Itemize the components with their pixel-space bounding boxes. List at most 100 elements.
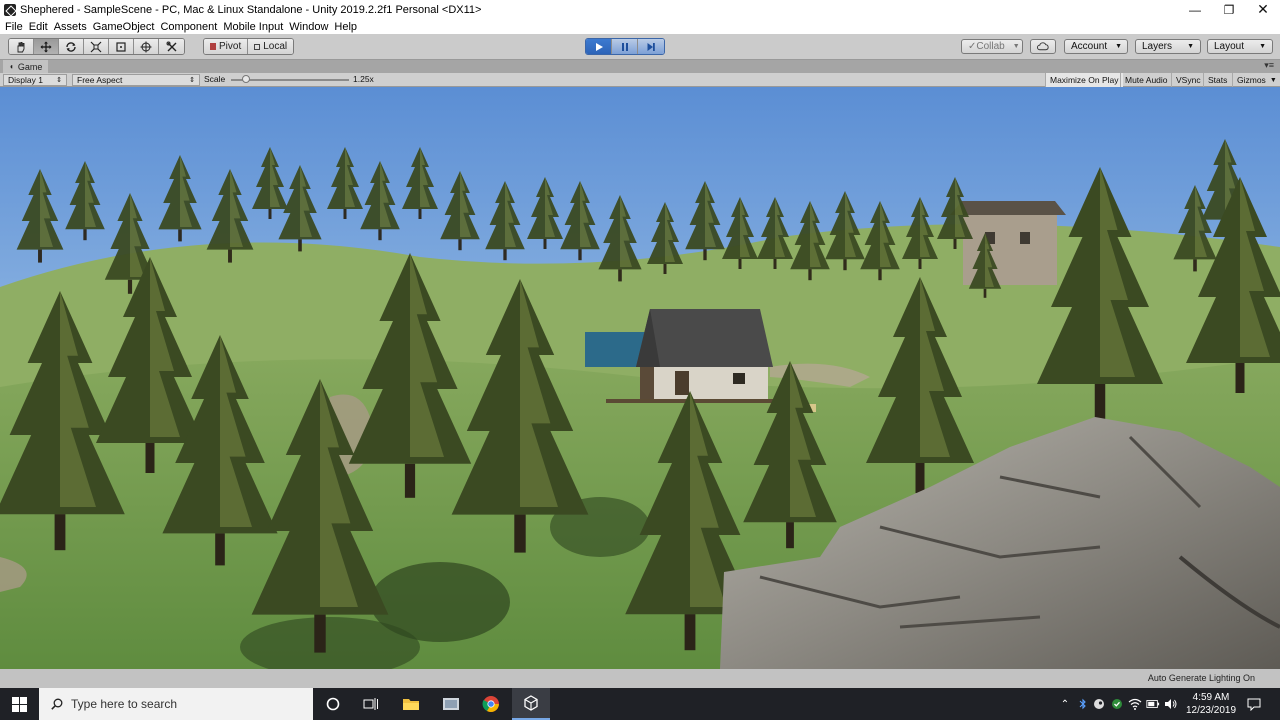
mute-audio-toggle[interactable]: Mute Audio	[1120, 73, 1172, 87]
status-bar: Auto Generate Lighting On	[0, 669, 1280, 688]
play-icon	[595, 42, 603, 51]
layers-label: Layers	[1142, 41, 1173, 52]
bluetooth-icon[interactable]	[1076, 688, 1090, 720]
menu-gameobject[interactable]: GameObject	[90, 21, 158, 33]
move-tool-button[interactable]	[34, 39, 59, 54]
step-button[interactable]	[638, 39, 664, 54]
lighting-status: Auto Generate Lighting On	[1147, 673, 1255, 683]
menu-mobile-input[interactable]: Mobile Input	[220, 21, 286, 33]
updown-icon: ⇕	[189, 77, 195, 84]
maximize-button[interactable]: ❐	[1212, 0, 1246, 19]
layout-dropdown[interactable]: Layout ▼	[1207, 39, 1273, 54]
search-input[interactable]	[71, 697, 291, 711]
cortana-button[interactable]	[314, 688, 352, 720]
scale-label: Scale	[204, 74, 226, 84]
shield-check-icon	[1112, 699, 1122, 709]
custom-tool-button[interactable]	[159, 39, 184, 54]
pivot-label: Pivot	[219, 41, 242, 52]
app-pinned-button[interactable]	[432, 688, 470, 720]
rect-tool-button[interactable]	[109, 39, 134, 54]
menu-help[interactable]: Help	[331, 21, 360, 33]
local-button[interactable]: Local	[248, 39, 294, 54]
tab-strip: ◖ Game ▾≡	[0, 60, 1280, 73]
scale-slider-thumb[interactable]	[242, 75, 250, 83]
layout-label: Layout	[1214, 41, 1245, 52]
file-explorer-button[interactable]	[392, 688, 430, 720]
unity-taskbar-button[interactable]	[512, 688, 550, 720]
transform-tools	[8, 38, 185, 55]
action-center-button[interactable]	[1246, 688, 1262, 720]
layers-dropdown[interactable]: Layers ▼	[1135, 39, 1201, 54]
transform-tool-button[interactable]	[134, 39, 159, 54]
gizmos-toggle[interactable]: Gizmos ▼	[1232, 73, 1280, 87]
tab-options-icon[interactable]: ▾≡	[1264, 60, 1274, 71]
battery-glyph-icon	[1146, 700, 1160, 708]
hand-icon	[17, 41, 25, 52]
rotate-tool-button[interactable]	[59, 39, 84, 54]
notification-icon	[1247, 698, 1261, 711]
display-label: Display 1	[8, 75, 43, 85]
search-icon	[51, 698, 63, 710]
menu-file[interactable]: File	[2, 21, 26, 33]
updown-icon: ⇕	[56, 77, 62, 84]
pause-icon	[621, 42, 628, 51]
vsync-toggle[interactable]: VSync	[1171, 73, 1205, 87]
local-label: Local	[263, 41, 288, 52]
close-button[interactable]: ✕	[1246, 0, 1280, 19]
aspect-dropdown[interactable]: Free Aspect ⇕	[72, 74, 200, 86]
menu-window[interactable]: Window	[286, 21, 331, 33]
shield-status-icon[interactable]	[1110, 688, 1124, 720]
window-title: Shephered - SampleScene - PC, Mac & Linu…	[20, 3, 482, 16]
chevron-down-icon: ▼	[1259, 43, 1266, 50]
title-bar: Shephered - SampleScene - PC, Mac & Linu…	[0, 0, 1280, 19]
collab-button[interactable]: ✓ Collab ▼	[961, 39, 1023, 54]
account-dropdown[interactable]: Account ▼	[1064, 39, 1128, 54]
tab-game[interactable]: ◖ Game	[3, 60, 49, 73]
game-viewport[interactable]	[0, 87, 1280, 669]
game-controller-icon: ◖	[9, 62, 14, 71]
hand-tool-button[interactable]	[9, 39, 34, 54]
pause-button[interactable]	[612, 39, 638, 54]
pivot-icon	[210, 43, 216, 50]
menu-assets[interactable]: Assets	[51, 21, 90, 33]
system-clock[interactable]: 4:59 AM 12/23/2019	[1180, 691, 1242, 717]
maximize-on-play-toggle[interactable]: Maximize On Play	[1045, 73, 1123, 87]
volume-icon[interactable]	[1164, 688, 1178, 720]
menu-component[interactable]: Component	[157, 21, 220, 33]
unity-icon	[524, 695, 538, 711]
chrome-button[interactable]	[472, 688, 510, 720]
tab-game-label: Game	[17, 61, 43, 72]
taskbar-search[interactable]	[39, 688, 313, 720]
chrome-icon	[482, 696, 499, 713]
chevron-down-icon: ▼	[1187, 43, 1194, 50]
tray-expand-icon[interactable]: ⌃	[1058, 688, 1072, 720]
bluetooth-glyph-icon	[1079, 698, 1086, 710]
clock-date: 12/23/2019	[1185, 705, 1237, 716]
windows-logo-icon	[11, 696, 27, 712]
stats-toggle[interactable]: Stats	[1203, 73, 1231, 87]
pivot-toggles: Pivot Local	[203, 38, 295, 55]
aspect-label: Free Aspect	[77, 75, 123, 85]
wifi-icon[interactable]	[1128, 688, 1142, 720]
task-view-icon	[363, 698, 378, 710]
rect-transform-icon	[116, 41, 126, 52]
gizmos-label: Gizmos	[1237, 75, 1266, 85]
start-button[interactable]	[0, 688, 38, 720]
minimize-button[interactable]: —	[1178, 0, 1212, 19]
menu-edit[interactable]: Edit	[26, 21, 51, 33]
battery-icon[interactable]	[1146, 688, 1160, 720]
scale-tool-button[interactable]	[84, 39, 109, 54]
chevron-down-icon: ▼	[1012, 43, 1020, 50]
pivot-button[interactable]: Pivot	[204, 39, 249, 54]
wrench-icon	[166, 41, 176, 51]
cloud-button[interactable]	[1030, 39, 1056, 54]
scale-icon	[90, 41, 102, 52]
rotate-icon	[66, 41, 76, 52]
display-dropdown[interactable]: Display 1 ⇕	[3, 74, 67, 86]
task-view-button[interactable]	[352, 688, 390, 720]
menu-bar: File Edit Assets GameObject Component Mo…	[0, 19, 1280, 34]
steam-icon[interactable]	[1092, 688, 1106, 720]
play-button[interactable]	[586, 39, 612, 54]
cortana-circle-icon	[326, 697, 340, 711]
chevron-down-icon: ▼	[1115, 43, 1123, 50]
